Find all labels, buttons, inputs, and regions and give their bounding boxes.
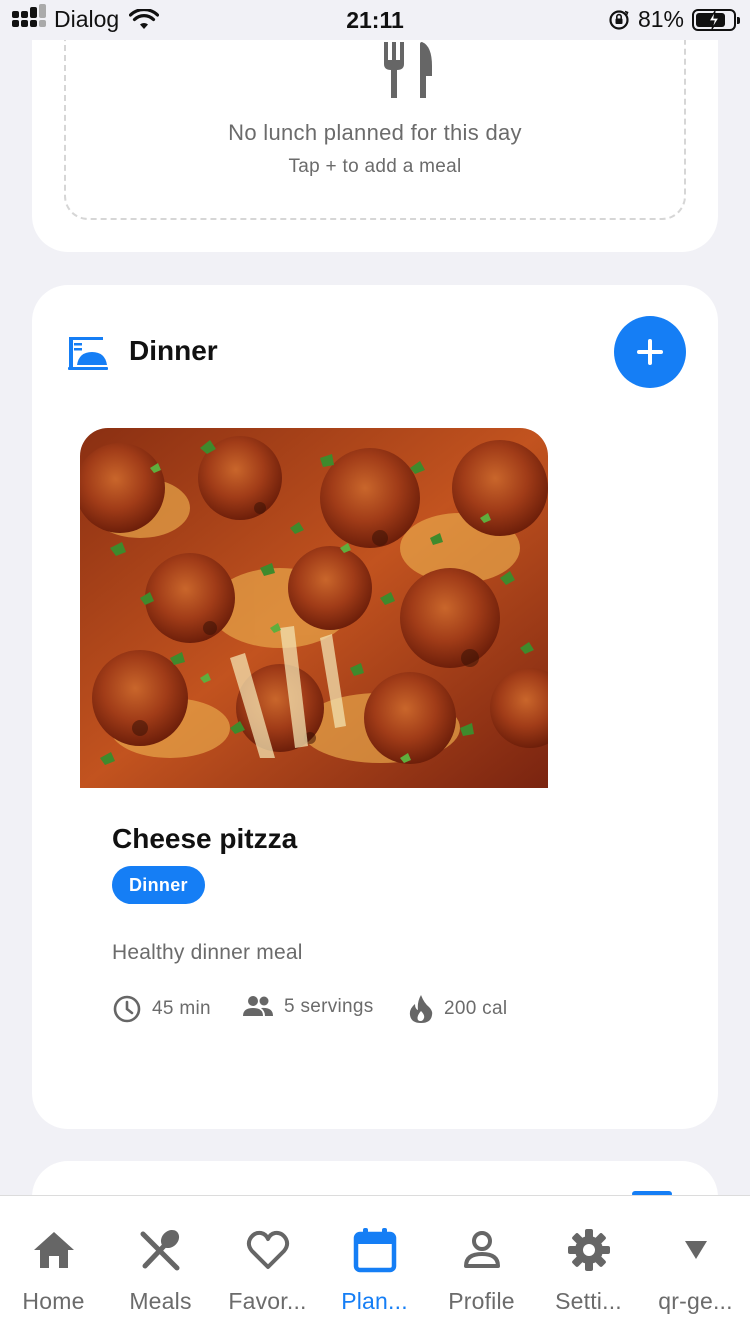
orientation-lock-icon <box>609 9 629 30</box>
add-dinner-button[interactable] <box>614 316 686 388</box>
tab-planner-label: Plan... <box>341 1288 408 1314</box>
tab-home-label: Home <box>22 1288 85 1314</box>
tab-qr-generator[interactable]: qr-ge... <box>642 1196 749 1334</box>
meal-name[interactable]: Cheese pitzza <box>112 823 297 855</box>
lunch-empty-subtitle: Tap + to add a meal <box>288 156 462 177</box>
tab-meals[interactable]: Meals <box>107 1196 214 1334</box>
meal-servings-label: 5 servings <box>284 996 374 1017</box>
tab-qr-generator-label: qr-ge... <box>658 1288 733 1314</box>
heart-icon <box>246 1230 289 1269</box>
app-screen: Dialog 21:11 81% No lunch planned for th… <box>0 0 750 1334</box>
meal-category-badge: Dinner <box>112 866 205 904</box>
clock-icon <box>113 995 141 1023</box>
bottom-tab-bar: Home Meals Favor... Plan... Profile Sett… <box>0 1195 750 1334</box>
meal-calories: 200 cal <box>408 994 507 1024</box>
dinner-title: Dinner <box>129 335 218 366</box>
fork-knife-icon <box>384 42 432 98</box>
status-bar: Dialog 21:11 81% <box>0 0 750 40</box>
tab-favorites[interactable]: Favor... <box>214 1196 321 1334</box>
meal-calories-label: 200 cal <box>444 998 508 1019</box>
tab-settings[interactable]: Setti... <box>535 1196 642 1334</box>
meal-description: Healthy dinner meal <box>112 941 303 964</box>
flame-icon <box>409 995 433 1023</box>
tab-planner[interactable]: Plan... <box>321 1196 428 1334</box>
meal-servings: 5 servings <box>242 994 374 1020</box>
plus-icon <box>637 339 663 365</box>
utensils-icon <box>140 1229 179 1271</box>
tab-meals-label: Meals <box>129 1288 192 1314</box>
battery-icon <box>692 8 740 31</box>
triangle-down-icon <box>684 1241 707 1259</box>
tab-profile[interactable]: Profile <box>428 1196 535 1334</box>
calendar-icon <box>353 1228 396 1273</box>
meal-photo[interactable] <box>80 428 548 788</box>
meal-time: 45 min <box>112 994 211 1024</box>
tab-home[interactable]: Home <box>0 1196 107 1334</box>
tab-settings-label: Setti... <box>555 1288 622 1314</box>
person-icon <box>463 1231 500 1268</box>
meal-time-label: 45 min <box>152 998 211 1019</box>
dinner-section-card: Dinner Cheese pitzza Dinner Healthy dinn… <box>32 285 718 1129</box>
home-icon <box>33 1232 74 1268</box>
tab-favorites-label: Favor... <box>228 1288 307 1314</box>
battery-percentage: 81% <box>637 6 684 32</box>
tab-profile-label: Profile <box>448 1288 515 1314</box>
lunch-empty-title: No lunch planned for this day <box>228 120 522 145</box>
gear-icon <box>567 1229 610 1271</box>
dinner-plate-icon <box>68 337 108 370</box>
people-icon <box>243 996 273 1016</box>
